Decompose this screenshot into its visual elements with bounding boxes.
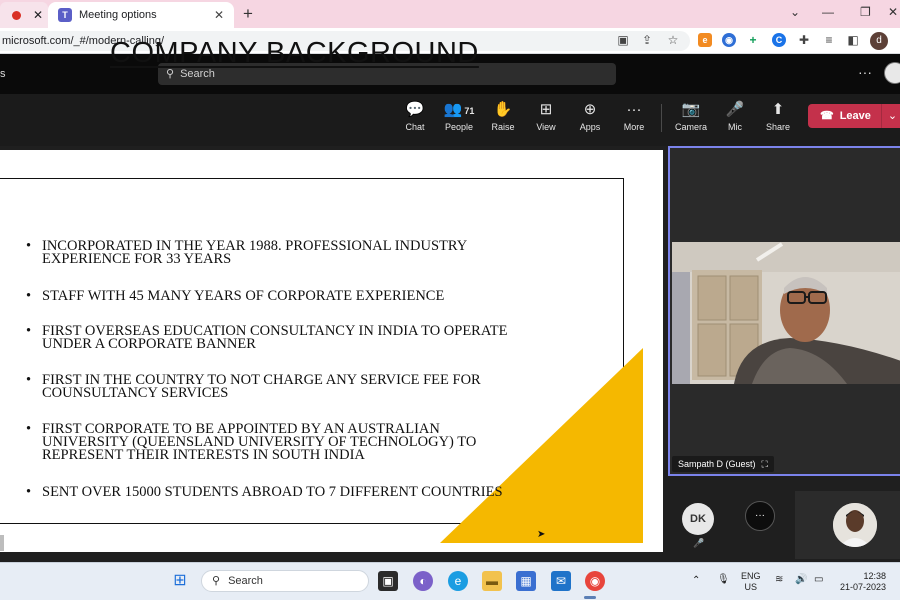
chrome-browser-icon[interactable]: ◉ bbox=[585, 571, 605, 591]
restore-button[interactable]: ❐ bbox=[860, 5, 871, 19]
mouse-pointer-icon: ➤ bbox=[537, 529, 546, 540]
teams-logo-icon: T bbox=[58, 8, 72, 22]
close-button[interactable]: ✕ bbox=[888, 5, 898, 19]
mic-button[interactable]: 🎤 Mic bbox=[713, 100, 757, 132]
more-participants-button[interactable]: ··· bbox=[745, 501, 775, 531]
app-name-fragment: s bbox=[0, 68, 6, 80]
people-count: 71 bbox=[464, 106, 475, 116]
leave-button[interactable]: ☎ Leave bbox=[808, 104, 882, 128]
slide-bullet: • INCORPORATED IN THE YEAR 1988. PROFESSI… bbox=[26, 238, 467, 267]
camera-permission-icon[interactable]: ▣ bbox=[616, 33, 630, 47]
extension-account-icon[interactable]: C bbox=[772, 33, 786, 47]
raise-hand-icon: ✋ bbox=[493, 101, 513, 118]
microsoft-store-icon[interactable]: ▦ bbox=[516, 571, 536, 591]
microphone-tray-icon[interactable]: 🎙 bbox=[717, 574, 730, 585]
guest-icon: ⛶ bbox=[761, 459, 768, 469]
toolbar-divider bbox=[661, 104, 662, 132]
user-avatar[interactable] bbox=[884, 62, 900, 84]
profile-avatar[interactable]: d bbox=[870, 32, 888, 50]
slide-bullet: • STAFF WITH 45 MANY YEARS OF CORPORATE E… bbox=[26, 288, 445, 304]
share-button[interactable]: ⬆ Share bbox=[756, 100, 800, 132]
more-button[interactable]: ··· More bbox=[612, 100, 656, 132]
slide-title: COMPANY BACKGROUND bbox=[110, 37, 479, 69]
task-view-icon[interactable]: ▣ bbox=[378, 571, 398, 591]
new-tab-button[interactable]: + bbox=[243, 4, 253, 24]
ellipsis-icon: ··· bbox=[626, 101, 642, 118]
reading-list-icon[interactable]: ≡ bbox=[822, 33, 836, 47]
slide-bullet: • FIRST IN THE COUNTRY TO NOT CHARGE ANY … bbox=[26, 372, 481, 401]
input-language-indicator[interactable]: ENG US bbox=[741, 571, 761, 593]
tab-recording[interactable]: ✕ bbox=[0, 2, 48, 28]
side-panel-icon[interactable]: ◧ bbox=[846, 33, 860, 47]
taskbar-search-placeholder: Search bbox=[228, 575, 263, 587]
bookmark-star-icon[interactable]: ☆ bbox=[666, 33, 680, 47]
leave-options-chevron-icon[interactable]: ⌄ bbox=[881, 104, 900, 128]
tab-close-icon[interactable]: ✕ bbox=[33, 8, 43, 22]
camera-off-icon: 📷 bbox=[681, 101, 701, 118]
search-icon: ⚲ bbox=[212, 575, 221, 587]
apps-button[interactable]: ⊕ Apps bbox=[568, 100, 612, 132]
view-grid-icon: ⊞ bbox=[539, 101, 553, 118]
more-options-icon[interactable]: ··· bbox=[858, 64, 872, 80]
windows-start-icon[interactable]: ⊞ bbox=[170, 571, 190, 591]
participant-avatar-dk[interactable]: DK bbox=[682, 503, 714, 535]
tab-meeting-options[interactable]: T Meeting options ✕ bbox=[48, 2, 234, 28]
speaker-name-label: Sampath D (Guest) ⛶ bbox=[672, 456, 774, 472]
raise-hand-button[interactable]: ✋ Raise bbox=[481, 100, 525, 132]
extension-orange-icon[interactable]: e bbox=[698, 33, 712, 47]
volume-icon[interactable]: 🔊 bbox=[795, 574, 807, 585]
file-explorer-icon[interactable]: ▬ bbox=[482, 571, 502, 591]
taskbar-search-input[interactable]: ⚲ Search bbox=[201, 570, 369, 592]
tab-label: Meeting options bbox=[79, 9, 157, 21]
teams-chat-icon[interactable]: ◐ bbox=[413, 571, 433, 591]
slide-bullet: • FIRST OVERSEAS EDUCATION CONSULTANCY IN… bbox=[26, 323, 508, 352]
phone-hangup-icon: ☎ bbox=[820, 110, 834, 122]
speaker-video bbox=[672, 242, 900, 384]
tab-list-button[interactable]: ⌄ bbox=[790, 5, 800, 19]
slide-bullet: • FIRST CORPORATE TO BE APPOINTED BY AN A… bbox=[26, 421, 477, 463]
extensions-puzzle-icon[interactable]: ✚ bbox=[797, 33, 811, 47]
apps-plus-icon: ⊕ bbox=[583, 101, 597, 118]
mic-muted-icon: 🎤 bbox=[693, 538, 705, 548]
camera-button[interactable]: 📷 Camera bbox=[669, 100, 713, 132]
mail-icon[interactable]: ✉ bbox=[551, 571, 571, 591]
extension-blue-icon[interactable]: ◉ bbox=[722, 33, 736, 47]
chat-button[interactable]: 💬 Chat bbox=[393, 100, 437, 132]
leave-label: Leave bbox=[839, 110, 871, 122]
minimize-button[interactable]: — bbox=[822, 5, 834, 19]
tab-close-icon[interactable]: ✕ bbox=[214, 8, 224, 22]
battery-icon[interactable]: ▭ bbox=[814, 574, 823, 585]
edge-browser-icon[interactable]: e bbox=[448, 571, 468, 591]
self-avatar-photo bbox=[833, 503, 877, 547]
chat-icon: 💬 bbox=[405, 101, 425, 118]
people-icon: 👥 bbox=[443, 101, 463, 118]
wifi-icon[interactable]: ≋ bbox=[775, 574, 783, 585]
recording-dot-icon bbox=[12, 10, 21, 20]
slide-bullet: • SENT OVER 15000 STUDENTS ABROAD TO 7 DI… bbox=[26, 484, 503, 500]
self-avatar bbox=[833, 503, 877, 547]
share-screen-icon: ⬆ bbox=[771, 101, 785, 118]
mic-muted-icon: 🎤 bbox=[725, 101, 745, 118]
share-panel-handle[interactable] bbox=[0, 535, 4, 551]
tray-overflow-chevron-icon[interactable]: ⌃ bbox=[692, 575, 700, 586]
speaker-video-tile[interactable] bbox=[668, 146, 900, 476]
view-button[interactable]: ⊞ View bbox=[524, 100, 568, 132]
people-button[interactable]: 👥 71 People bbox=[437, 100, 481, 132]
active-app-indicator bbox=[584, 596, 596, 599]
share-page-icon[interactable]: ⇪ bbox=[640, 33, 654, 47]
extension-plus-icon[interactable]: + bbox=[746, 33, 760, 47]
system-clock[interactable]: 12:38 21-07-2023 bbox=[838, 571, 886, 593]
